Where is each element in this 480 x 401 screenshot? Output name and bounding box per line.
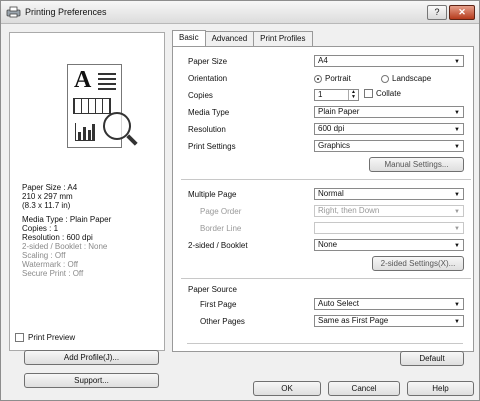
paper-size-value: A4	[318, 56, 328, 65]
landscape-radio[interactable]: Landscape	[381, 74, 431, 83]
media-type-select[interactable]: Plain Paper ▼	[314, 106, 464, 118]
divider	[181, 179, 471, 180]
print-preview-label: Print Preview	[28, 333, 76, 342]
multiple-page-label: Multiple Page	[188, 190, 237, 199]
page-order-select[interactable]: Right, then Down ▼	[314, 205, 464, 217]
close-button[interactable]: ✕	[449, 5, 475, 20]
multiple-page-value: Normal	[318, 189, 344, 198]
chevron-down-icon: ▼	[454, 226, 460, 232]
printing-preferences-window: Printing Preferences ? ✕ A Paper Size : …	[0, 0, 480, 401]
summary-line: Paper Size : A4	[22, 183, 78, 192]
printer-icon	[6, 6, 21, 18]
portrait-label: Portrait	[325, 74, 351, 83]
multiple-page-select[interactable]: Normal ▼	[314, 188, 464, 200]
portrait-radio[interactable]: Portrait	[314, 74, 351, 83]
manual-settings-button[interactable]: Manual Settings...	[369, 157, 464, 172]
title-bar: Printing Preferences ? ✕	[1, 1, 479, 24]
summary-line: Scaling : Off	[22, 251, 66, 260]
support-button[interactable]: Support...	[24, 373, 159, 388]
ok-button[interactable]: OK	[253, 381, 321, 396]
summary-line: Copies : 1	[22, 224, 59, 233]
preview-panel: A Paper Size : A4 210 x 297 mm (8.3 x 11…	[9, 32, 165, 351]
first-page-label: First Page	[200, 300, 237, 309]
media-type-label: Media Type	[188, 108, 230, 117]
resolution-label: Resolution	[188, 125, 226, 134]
chevron-down-icon: ▼	[454, 192, 460, 198]
two-sided-settings-button[interactable]: 2-sided Settings(X)...	[372, 256, 464, 271]
add-profile-button[interactable]: Add Profile(J)...	[24, 350, 159, 365]
radio-selected-icon	[314, 74, 322, 83]
other-pages-label: Other Pages	[200, 317, 245, 326]
table-graphic-icon	[73, 98, 111, 114]
tab-print-profiles[interactable]: Print Profiles	[253, 31, 313, 46]
other-pages-select[interactable]: Same as First Page ▼	[314, 315, 464, 327]
summary-line: Watermark : Off	[22, 260, 79, 269]
print-settings-value: Graphics	[318, 141, 351, 150]
paper-source-label: Paper Source	[188, 285, 237, 294]
help-button[interactable]: Help	[407, 381, 474, 396]
resolution-select[interactable]: 600 dpi ▼	[314, 123, 464, 135]
print-preview-checkbox[interactable]: Print Preview	[15, 333, 75, 342]
two-sided-value: None	[318, 240, 338, 249]
page-order-value: Right, then Down	[318, 206, 380, 215]
divider	[181, 278, 471, 279]
tab-basic[interactable]: Basic	[172, 30, 206, 46]
orientation-label: Orientation	[188, 74, 228, 83]
chevron-down-icon: ▼	[454, 59, 460, 65]
checkbox-box[interactable]	[15, 333, 24, 342]
two-sided-label: 2-sided / Booklet	[188, 241, 248, 250]
resolution-value: 600 dpi	[318, 124, 345, 133]
collate-checkbox[interactable]: Collate	[364, 89, 401, 98]
tab-advanced[interactable]: Advanced	[204, 31, 255, 46]
other-pages-value: Same as First Page	[318, 316, 389, 325]
media-type-value: Plain Paper	[318, 107, 360, 116]
title-help-button[interactable]: ?	[427, 5, 447, 20]
window-title: Printing Preferences	[25, 7, 107, 17]
cancel-button[interactable]: Cancel	[328, 381, 400, 396]
collate-label: Collate	[376, 89, 401, 98]
radio-unselected-icon	[381, 74, 389, 83]
border-line-label: Border Line	[200, 224, 242, 233]
checkbox-box[interactable]	[364, 89, 373, 98]
chevron-down-icon: ▼	[454, 110, 460, 116]
chevron-down-icon: ▼	[454, 319, 460, 325]
document-letter-icon: A	[74, 67, 92, 93]
summary-line: Media Type : Plain Paper	[22, 215, 112, 224]
summary-line: 210 x 297 mm	[22, 192, 73, 201]
paper-size-select[interactable]: A4 ▼	[314, 55, 464, 67]
chevron-down-icon: ▼	[454, 144, 460, 150]
border-line-select[interactable]: ▼	[314, 222, 464, 234]
two-sided-select[interactable]: None ▼	[314, 239, 464, 251]
page-order-label: Page Order	[200, 207, 242, 216]
magnifier-handle-icon	[126, 134, 138, 146]
tab-bar: Basic Advanced Print Profiles	[172, 30, 313, 46]
summary-line: Resolution : 600 dpi	[22, 233, 93, 242]
page-preview-image: A	[31, 64, 151, 160]
chevron-down-icon: ▼	[454, 209, 460, 215]
default-button[interactable]: Default	[400, 351, 464, 366]
chevron-down-icon: ▼	[454, 243, 460, 249]
bar-chart-icon	[75, 123, 95, 141]
text-lines-icon	[98, 73, 116, 93]
copies-label: Copies	[188, 91, 213, 100]
summary-line: Secure Print : Off	[22, 269, 84, 278]
first-page-value: Auto Select	[318, 299, 359, 308]
summary-line: 2-sided / Booklet : None	[22, 242, 108, 251]
paper-size-label: Paper Size	[188, 57, 228, 66]
spinner-arrows-icon[interactable]: ▲ ▼	[348, 90, 358, 100]
copies-spinner[interactable]: 1 ▲ ▼	[314, 89, 359, 101]
summary-line: (8.3 x 11.7 in)	[22, 201, 71, 210]
divider	[187, 343, 463, 344]
first-page-select[interactable]: Auto Select ▼	[314, 298, 464, 310]
landscape-label: Landscape	[392, 74, 432, 83]
print-settings-select[interactable]: Graphics ▼	[314, 140, 464, 152]
chevron-down-icon: ▼	[454, 127, 460, 133]
settings-summary: Paper Size : A4 210 x 297 mm (8.3 x 11.7…	[22, 183, 170, 278]
copies-value: 1	[318, 90, 323, 99]
print-settings-label: Print Settings	[188, 142, 236, 151]
chevron-down-icon: ▼	[454, 302, 460, 308]
